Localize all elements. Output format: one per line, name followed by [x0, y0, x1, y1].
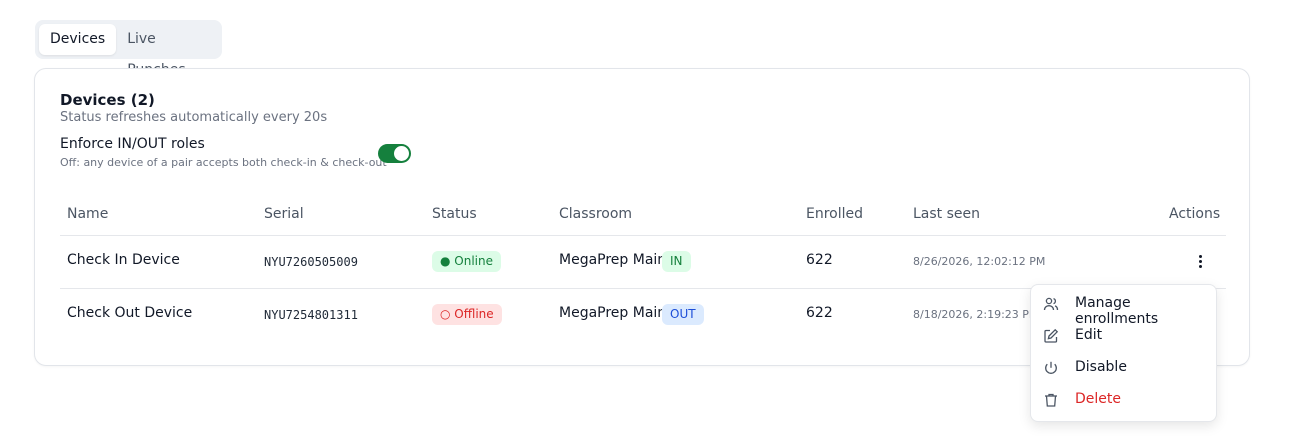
column-header-name: Name: [67, 206, 109, 222]
pencil-square-icon: [1044, 328, 1059, 343]
tab-live-punches[interactable]: Live Punches: [116, 24, 218, 78]
classroom-name: MegaPrep Main: [559, 252, 667, 268]
trash-icon: [1045, 393, 1057, 407]
column-header-serial: Serial: [264, 206, 304, 222]
menu-item-disable[interactable]: Disable: [1031, 352, 1216, 384]
menu-item-edit[interactable]: Edit: [1031, 320, 1216, 352]
column-header-actions: Actions: [1169, 206, 1221, 222]
tab-bar: Devices Live Punches: [35, 20, 222, 78]
last-seen: 8/18/2026, 2:19:23 PM: [913, 308, 1039, 321]
power-icon: [1045, 361, 1057, 374]
actions-menu: Manage enrollments Edit Disable Delete: [1030, 284, 1217, 422]
more-actions-icon[interactable]: [1192, 253, 1208, 271]
device-name: Check In Device: [67, 252, 180, 268]
column-header-classroom: Classroom: [559, 206, 633, 222]
row-divider: [60, 235, 1226, 236]
column-header-enrolled: Enrolled: [806, 206, 864, 222]
status-badge: ● Online: [432, 251, 501, 272]
toggle-knob: [394, 146, 409, 161]
status-badge: ○ Offline: [432, 304, 502, 325]
enforce-roles-toggle[interactable]: [378, 144, 411, 163]
column-header-last-seen: Last seen: [913, 206, 981, 222]
menu-item-label: Disable: [1075, 359, 1127, 375]
enforce-roles-hint: Off: any device of a pair accepts both c…: [60, 156, 387, 169]
menu-item-label: Edit: [1075, 327, 1103, 343]
role-badge: IN: [662, 251, 691, 272]
device-serial: NYU7254801311: [264, 308, 358, 322]
card-title: Devices (2): [60, 91, 155, 109]
device-serial: NYU7260505009: [264, 255, 358, 269]
classroom-name: MegaPrep Main: [559, 305, 667, 321]
card-subtitle: Status refreshes automatically every 20s: [60, 110, 328, 125]
tab-devices[interactable]: Devices: [39, 24, 117, 55]
enforce-roles-label: Enforce IN/OUT roles: [60, 136, 205, 152]
menu-item-delete[interactable]: Delete: [1031, 384, 1216, 416]
device-name: Check Out Device: [67, 305, 193, 321]
last-seen: 8/26/2026, 12:02:12 PM: [913, 255, 1046, 268]
enrolled-count: 622: [806, 305, 833, 321]
column-header-status: Status: [432, 206, 477, 222]
menu-item-label: Delete: [1075, 391, 1121, 407]
users-icon: [1043, 297, 1059, 311]
menu-item-manage-enrollments[interactable]: Manage enrollments: [1031, 288, 1216, 327]
role-badge: OUT: [662, 304, 704, 325]
enrolled-count: 622: [806, 252, 833, 268]
